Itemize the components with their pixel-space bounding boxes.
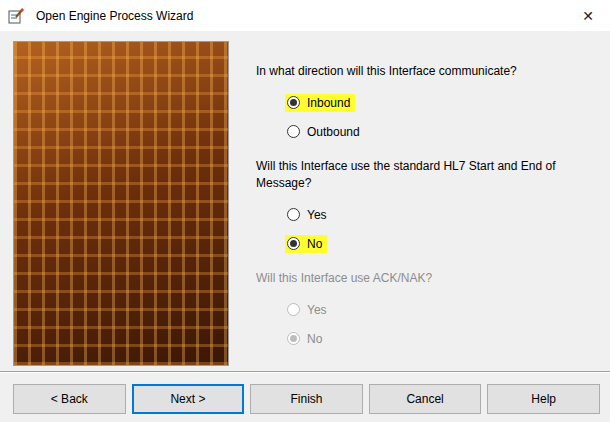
radio-row: Outbound [256, 117, 556, 146]
wizard-button[interactable]: Cancel [369, 384, 482, 414]
button-bar: < BackNext >FinishCancelHelp [0, 373, 610, 414]
radio-row: No [256, 324, 556, 353]
radio-row: Inbound [256, 88, 556, 117]
wizard-body: In what direction will this Interface co… [0, 31, 610, 371]
wizard-button[interactable]: Help [487, 384, 600, 414]
radio-dot [290, 335, 297, 342]
radio-button[interactable] [287, 237, 300, 250]
window-title: Open Engine Process Wizard [36, 9, 566, 23]
radio-option[interactable]: Yes [285, 206, 332, 224]
question: Will this Interface use the standard HL7… [256, 158, 556, 258]
radio-option: No [285, 330, 327, 348]
radio-option[interactable]: Inbound [285, 94, 355, 112]
wizard-button[interactable]: Next > [132, 384, 245, 414]
wizard-picture [13, 41, 229, 366]
radio-button[interactable] [287, 208, 300, 221]
question-prompt: Will this Interface use the standard HL7… [256, 158, 556, 192]
radio-button [287, 303, 300, 316]
radio-row: Yes [256, 200, 556, 229]
close-button[interactable]: ✕ [566, 0, 610, 31]
wizard-window: Open Engine Process Wizard✕ In what direc… [0, 0, 610, 422]
radio-dot [290, 99, 297, 106]
radio-option[interactable]: Outbound [285, 123, 365, 141]
radio-label: Outbound [307, 125, 360, 139]
wizard-button[interactable]: < Back [13, 384, 126, 414]
radio-row: Yes [256, 295, 556, 324]
radio-label: Yes [307, 303, 327, 317]
radio-label: Inbound [307, 96, 350, 110]
radio-button[interactable] [287, 96, 300, 109]
title-bar: Open Engine Process Wizard✕ [0, 0, 610, 31]
radio-option[interactable]: No [285, 235, 327, 253]
radio-row: No [256, 229, 556, 258]
question-list: In what direction will this Interface co… [256, 41, 556, 371]
radio-label: Yes [307, 208, 327, 222]
wizard-icon [8, 8, 24, 24]
radio-label: No [307, 237, 322, 251]
question-prompt: Will this Interface use ACK/NAK? [256, 270, 556, 287]
radio-option: Yes [285, 301, 332, 319]
separator [0, 371, 610, 373]
radio-button [287, 332, 300, 345]
radio-button[interactable] [287, 125, 300, 138]
wizard-button[interactable]: Finish [250, 384, 363, 414]
radio-dot [290, 240, 297, 247]
question: In what direction will this Interface co… [256, 63, 556, 146]
question-prompt: In what direction will this Interface co… [256, 63, 556, 80]
radio-label: No [307, 332, 322, 346]
question: Will this Interface use ACK/NAK? Yes No [256, 270, 556, 353]
